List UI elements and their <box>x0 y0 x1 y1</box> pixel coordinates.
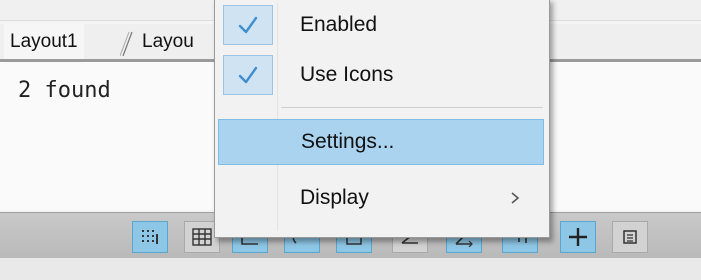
menu-separator <box>281 107 543 108</box>
menu-item-label: Settings... <box>301 130 395 153</box>
quick-properties-button[interactable] <box>612 221 648 253</box>
menu-item-settings[interactable]: Settings... <box>218 119 544 165</box>
menu-item-use-icons[interactable]: Use Icons <box>218 52 544 98</box>
menu-item-label: Display <box>300 186 369 209</box>
status-bar-context-menu: Enabled Use Icons Settings... Display <box>214 0 550 238</box>
menu-item-display[interactable]: Display <box>218 175 544 221</box>
lineweight-button[interactable] <box>560 221 596 253</box>
chevron-right-icon <box>511 192 520 204</box>
grid-snap-button[interactable] <box>132 221 168 253</box>
status-bar-bottom <box>0 258 701 280</box>
grid-display-icon <box>192 228 212 246</box>
checkmark-icon <box>238 66 258 84</box>
command-output: 2 found <box>18 78 111 103</box>
menu-item-label: Enabled <box>300 13 378 36</box>
checkmark-icon <box>238 16 258 34</box>
menu-item-enabled[interactable]: Enabled <box>218 2 544 48</box>
lineweight-icon <box>569 228 587 246</box>
quick-properties-icon <box>623 230 637 244</box>
use-icons-check-box <box>223 55 273 95</box>
grid-snap-icon <box>142 230 158 244</box>
menu-item-label: Use Icons <box>300 63 394 86</box>
enabled-check-box <box>223 5 273 45</box>
tab-separator-icon <box>120 31 133 57</box>
tab-layout2[interactable]: Layou <box>136 24 200 60</box>
tab-layout1[interactable]: Layout1 <box>4 24 84 60</box>
